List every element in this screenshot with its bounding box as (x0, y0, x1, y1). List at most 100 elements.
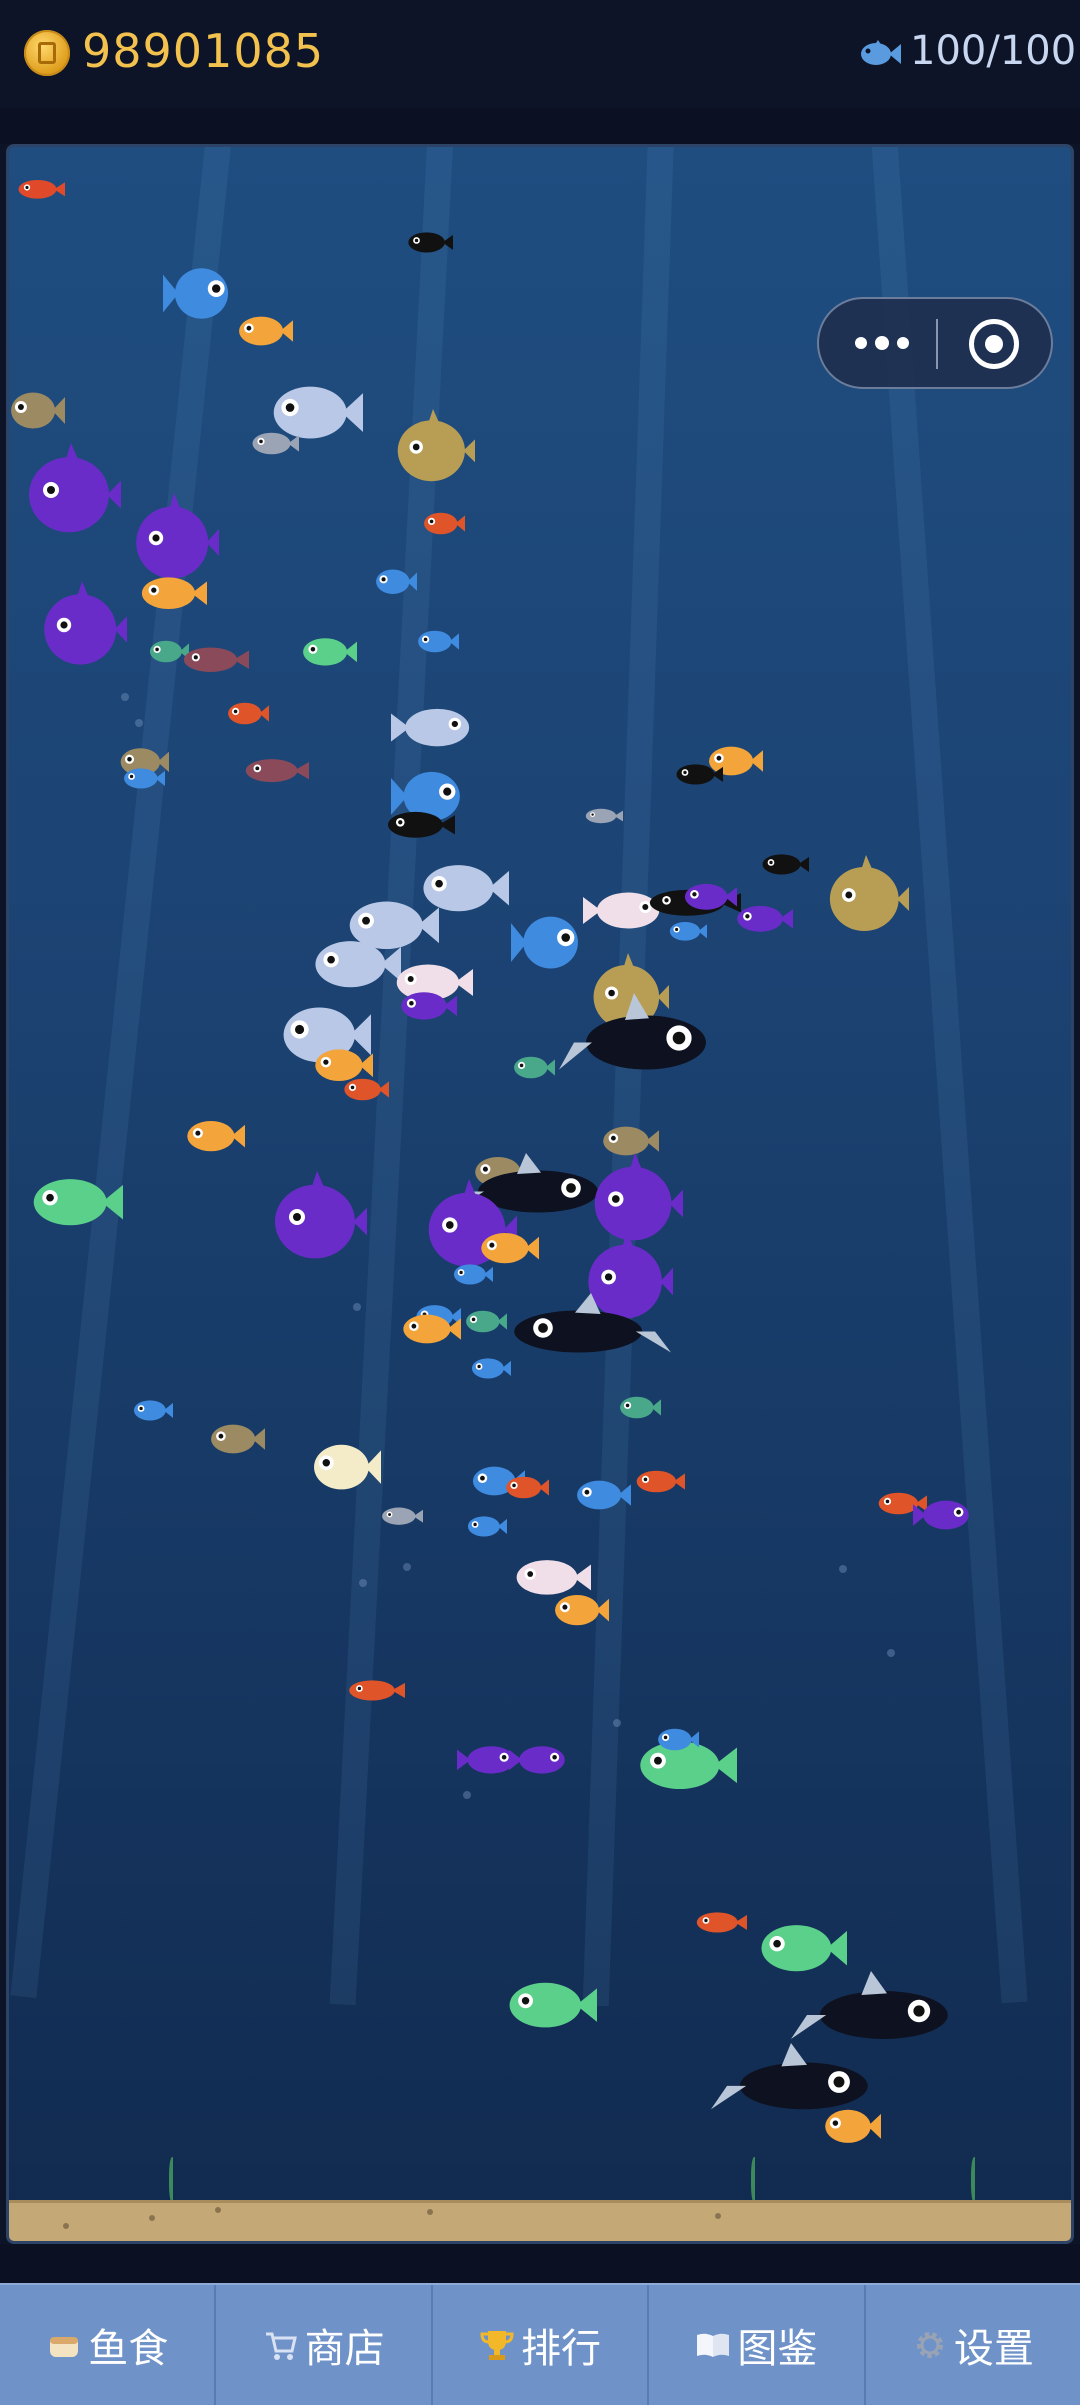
bubble (403, 1563, 411, 1571)
fish[interactable] (655, 1723, 699, 1753)
fish[interactable] (617, 1391, 661, 1421)
fish-icon (861, 40, 901, 65)
target-icon[interactable] (969, 319, 1019, 369)
nav-rank[interactable]: 排行 (433, 2285, 650, 2405)
fish[interactable] (821, 2101, 881, 2147)
fish[interactable] (131, 1395, 173, 1423)
fish[interactable] (759, 849, 809, 877)
fish[interactable] (451, 1259, 493, 1287)
fish[interactable] (415, 625, 459, 655)
bottom-divider-strip (0, 2244, 1080, 2283)
fish[interactable] (225, 697, 269, 727)
fish[interactable] (379, 1503, 423, 1527)
nav-shop[interactable]: 商店 (216, 2285, 433, 2405)
puffer-fish[interactable] (21, 443, 121, 537)
seaweed (751, 2157, 759, 2203)
puffer-fish[interactable] (391, 409, 475, 485)
mini-program-capsule (817, 297, 1053, 389)
nav-settings-label: 设置 (953, 2326, 1034, 2372)
fish[interactable] (137, 569, 207, 613)
fish[interactable] (469, 1353, 511, 1381)
fish[interactable] (463, 1305, 507, 1335)
fish[interactable] (551, 1587, 609, 1629)
fish-count: 100/100 (910, 28, 1077, 74)
fish[interactable] (503, 1971, 597, 2033)
nav-shop-label: 商店 (304, 2326, 385, 2372)
fish[interactable] (913, 1493, 973, 1533)
fish[interactable] (27, 1167, 123, 1231)
top-status-bar: 98901085 100/100 (0, 0, 1080, 108)
fish[interactable] (345, 1675, 405, 1703)
fish[interactable] (673, 759, 723, 787)
bubble (121, 693, 129, 701)
coin-icon (24, 30, 70, 76)
fish[interactable] (405, 227, 453, 255)
fish[interactable] (667, 917, 707, 943)
more-icon[interactable] (851, 319, 935, 367)
fish[interactable] (573, 1473, 631, 1513)
fish[interactable] (421, 507, 465, 537)
gear-icon (916, 2332, 943, 2358)
nav-settings[interactable]: 设置 (866, 2285, 1080, 2405)
top-divider-strip (0, 108, 1080, 144)
fish[interactable] (733, 899, 793, 935)
seaweed (971, 2157, 979, 2203)
fish[interactable] (9, 383, 65, 433)
bubble (839, 1565, 847, 1573)
fish[interactable] (207, 1417, 265, 1457)
nav-food[interactable]: 鱼食 (0, 2285, 217, 2405)
seaweed (169, 2157, 177, 2203)
fish[interactable] (399, 1307, 461, 1347)
fish[interactable] (241, 753, 309, 785)
trophy-icon (480, 2331, 514, 2360)
puffer-fish[interactable] (267, 1171, 367, 1263)
fish[interactable] (511, 903, 583, 975)
fish[interactable] (509, 1739, 569, 1777)
fish[interactable] (235, 309, 293, 349)
shark-fish[interactable] (559, 993, 709, 1083)
bubble (613, 1719, 621, 1727)
nav-atlas[interactable]: 图鉴 (649, 2285, 866, 2405)
fish[interactable] (15, 175, 65, 201)
bubble (135, 719, 143, 727)
fish-tank[interactable] (6, 144, 1074, 2244)
bubble (359, 1579, 367, 1587)
fish[interactable] (309, 1433, 381, 1495)
fish[interactable] (383, 805, 455, 841)
fish[interactable] (309, 929, 401, 993)
fish[interactable] (183, 1113, 245, 1155)
fish[interactable] (465, 1511, 507, 1539)
puffer-fish[interactable] (823, 855, 909, 935)
light-ray (869, 147, 1028, 2004)
fish[interactable] (681, 877, 737, 913)
fish[interactable] (341, 1073, 389, 1103)
bubble (887, 1649, 895, 1657)
bottom-nav: 鱼食 商店 排行 图鉴 设置 (0, 2283, 1080, 2405)
fish[interactable] (299, 631, 357, 669)
nav-rank-label: 排行 (521, 2326, 602, 2372)
puffer-fish[interactable] (37, 581, 127, 669)
fish[interactable] (391, 699, 475, 751)
fish[interactable] (373, 563, 417, 597)
fish[interactable] (163, 255, 233, 325)
fish[interactable] (755, 1913, 847, 1977)
fish[interactable] (583, 805, 623, 825)
bubble (463, 1791, 471, 1799)
fish[interactable] (511, 1051, 555, 1081)
fish[interactable] (121, 763, 165, 791)
coin-balance: 98901085 (82, 24, 325, 78)
nav-food-label: 鱼食 (88, 2326, 169, 2372)
fish[interactable] (397, 985, 457, 1023)
book-icon (697, 2333, 730, 2357)
capsule-divider (936, 319, 938, 369)
shark-fish[interactable] (511, 1293, 671, 1363)
shark-fish[interactable] (791, 1971, 951, 2051)
bread-icon (50, 2337, 79, 2357)
fish[interactable] (633, 1465, 685, 1495)
fish[interactable] (503, 1471, 549, 1501)
fish[interactable] (179, 641, 249, 675)
fish[interactable] (693, 1907, 747, 1935)
sand-floor (9, 2200, 1071, 2241)
fish[interactable] (249, 427, 299, 457)
nav-atlas-label: 图鉴 (737, 2326, 818, 2372)
